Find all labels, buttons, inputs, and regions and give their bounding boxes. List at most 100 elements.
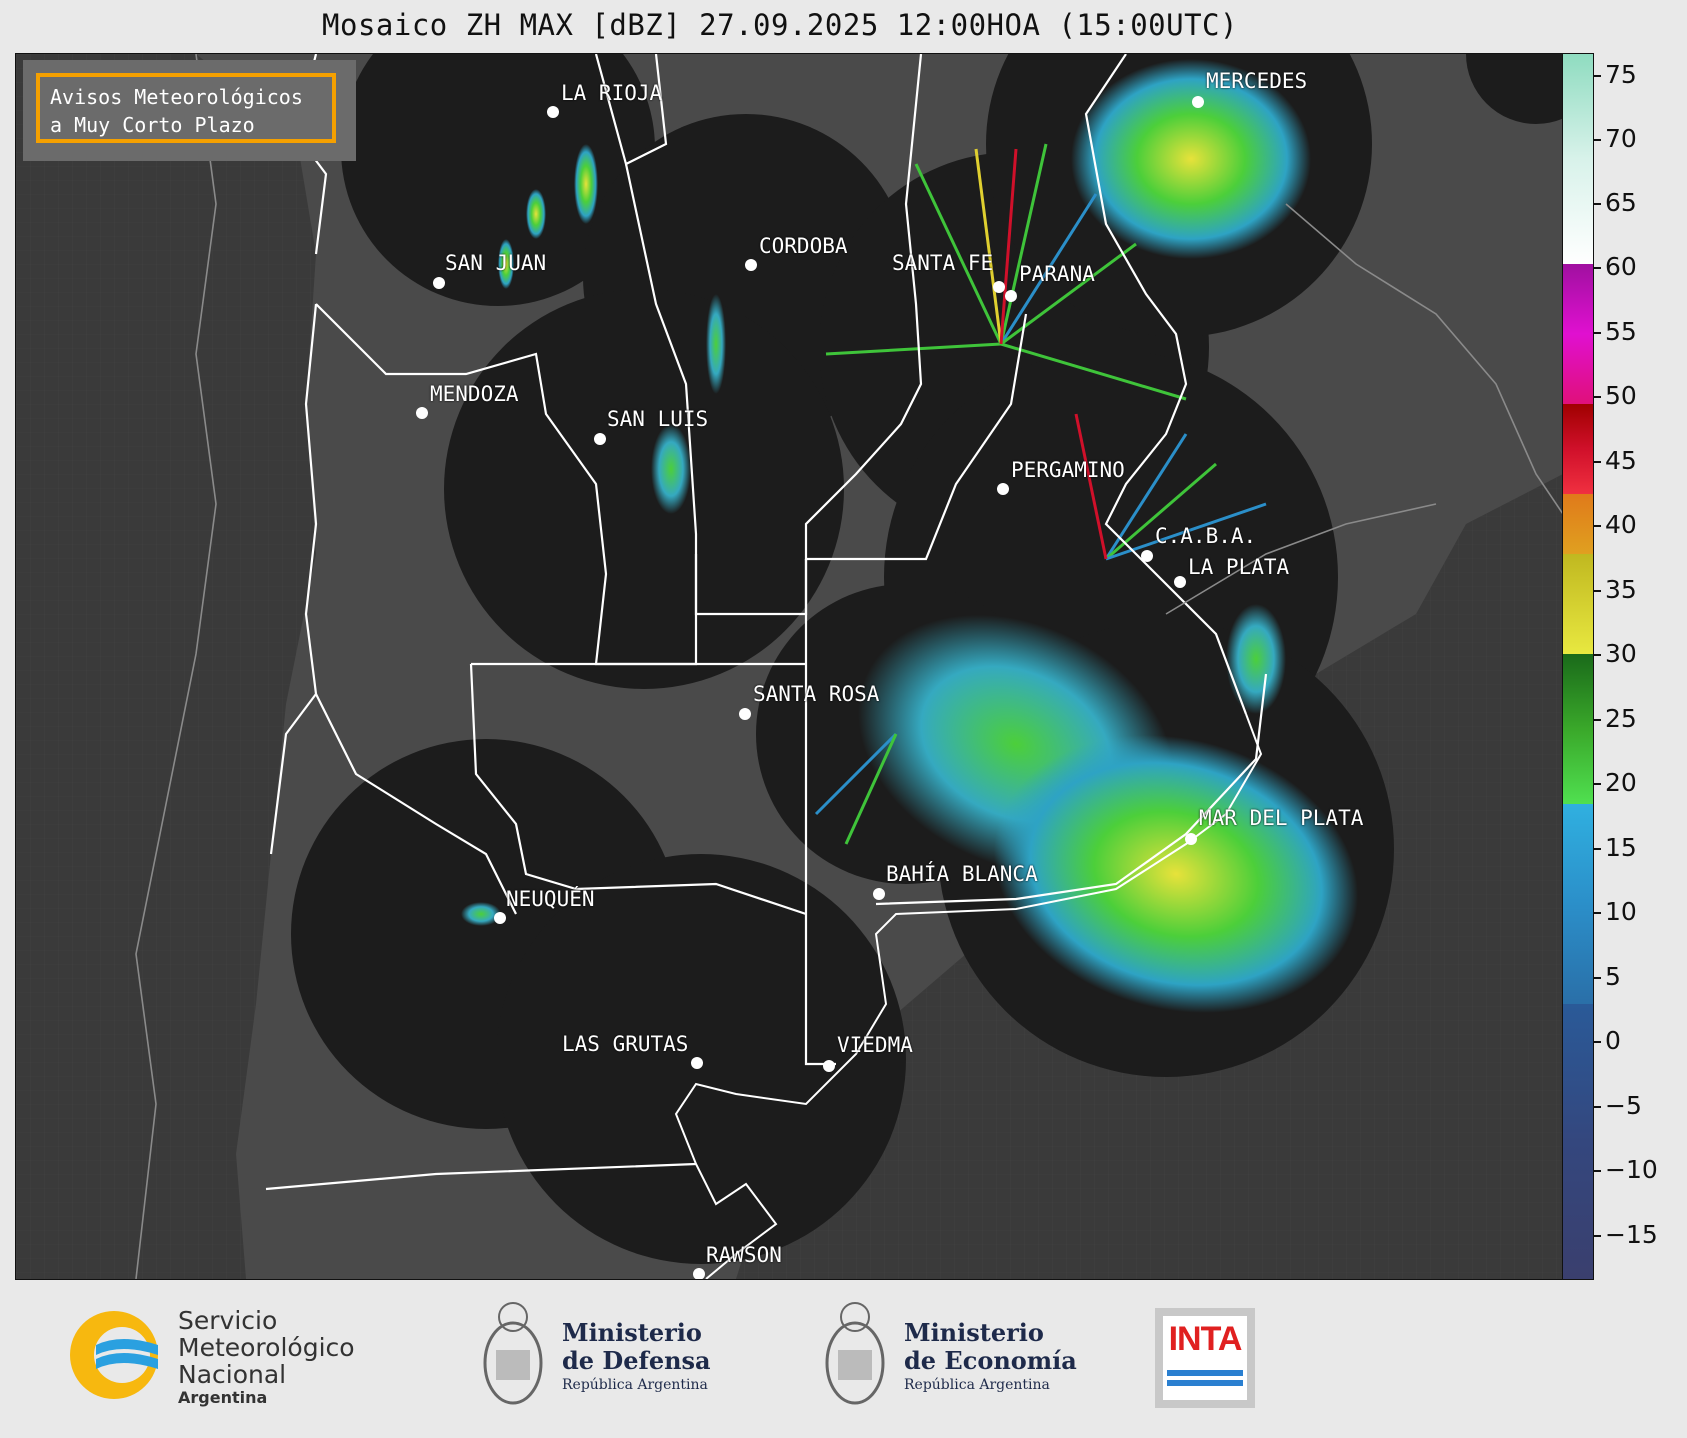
inta-logo[interactable]: INTA (1155, 1308, 1255, 1408)
city-dot-viedma (823, 1060, 835, 1072)
cb-yellow (1563, 554, 1593, 654)
notice-panel[interactable]: Avisos Meteorológicos a Muy Corto Plazo (23, 60, 356, 161)
cb-tick (1593, 1041, 1601, 1043)
city-label-las-grutas: LAS GRUTAS (562, 1032, 689, 1056)
color-scale-bar (1562, 53, 1594, 1280)
city-dot-santa-rosa (739, 708, 751, 720)
city-dot-bahia-blanca (873, 888, 885, 900)
city-dot-santa-fe (993, 281, 1005, 293)
defensa-logo-text: Ministerio de Defensa República Argentin… (562, 1319, 711, 1395)
cb-tick (1593, 783, 1601, 785)
cb-label: 40 (1605, 510, 1637, 539)
radar-map[interactable]: Avisos Meteorológicos a Muy Corto Plazo … (15, 53, 1564, 1280)
defensa-logo[interactable]: Ministerio de Defensa República Argentin… (478, 1295, 738, 1420)
city-label-pergamino: PERGAMINO (1011, 458, 1125, 482)
cb-tick (1593, 461, 1601, 463)
cb-label: 60 (1605, 252, 1637, 281)
city-label-rawson: RAWSON (706, 1243, 782, 1267)
cb-label: 35 (1605, 575, 1637, 604)
cb-red (1563, 404, 1593, 494)
city-dot-caba (1141, 550, 1153, 562)
notice-line-2: a Muy Corto Plazo (50, 113, 255, 137)
map-title: Mosaico ZH MAX [dBZ] 27.09.2025 12:00HOA… (322, 8, 1238, 42)
cb-label: 0 (1605, 1026, 1621, 1055)
city-dot-pergamino (997, 483, 1009, 495)
cb-blue (1563, 804, 1593, 1004)
city-dot-la-rioja (547, 106, 559, 118)
cb-orange (1563, 494, 1593, 554)
city-label-san-juan: SAN JUAN (445, 251, 547, 275)
city-dot-las-grutas (691, 1057, 703, 1069)
city-dot-mendoza (416, 407, 428, 419)
cb-label: −15 (1605, 1220, 1658, 1249)
smn-emblem-icon (70, 1311, 158, 1399)
city-label-bahia-blanca: BAHÍA BLANCA (886, 862, 1038, 886)
smn-logo[interactable]: Servicio Meteorológico Nacional Argentin… (66, 1305, 386, 1415)
city-label-san-luis: SAN LUIS (607, 407, 709, 431)
city-label-mar-del-plata: MAR DEL PLATA (1199, 806, 1364, 830)
cb-tick (1593, 139, 1601, 141)
cb-label: 50 (1605, 381, 1637, 410)
cb-tick (1593, 332, 1601, 334)
cb-label: 15 (1605, 833, 1637, 862)
cb-tick (1593, 848, 1601, 850)
city-label-santa-fe: SANTA FE (892, 251, 994, 275)
city-dot-mar-del-plata (1185, 833, 1197, 845)
cb-label: 70 (1605, 124, 1637, 153)
smn-line-4: Argentina (178, 1388, 268, 1407)
cb-label: −5 (1605, 1091, 1642, 1120)
city-dot-mercedes (1192, 96, 1204, 108)
city-dot-la-plata (1174, 576, 1186, 588)
notice-box[interactable]: Avisos Meteorológicos a Muy Corto Plazo (36, 73, 336, 143)
city-dot-cordoba (745, 259, 757, 271)
cb-magenta (1563, 264, 1593, 404)
cb-label: 55 (1605, 317, 1637, 346)
cb-teal (1563, 54, 1593, 264)
city-dot-parana (1005, 290, 1017, 302)
coat-of-arms-icon (483, 1302, 543, 1405)
smn-line-3: Nacional (178, 1360, 287, 1389)
economia-line-2: de Economía (904, 1346, 1077, 1375)
smn-line-2: Meteorológico (178, 1333, 355, 1362)
cb-green (1563, 654, 1593, 804)
city-label-mercedes: MERCEDES (1206, 69, 1308, 93)
smn-logo-text: Servicio Meteorológico Nacional Argentin… (178, 1307, 355, 1408)
city-dot-neuquen (494, 912, 506, 924)
cb-tick (1593, 396, 1601, 398)
cb-tick (1593, 654, 1601, 656)
city-label-viedma: VIEDMA (837, 1033, 913, 1057)
cb-label: 20 (1605, 768, 1637, 797)
city-dot-rawson (693, 1268, 705, 1279)
city-label-neuquen: NEUQUÉN (506, 887, 595, 911)
economia-line-3: República Argentina (904, 1377, 1050, 1393)
cb-label: 75 (1605, 60, 1637, 89)
city-label-santa-rosa: SANTA ROSA (753, 682, 880, 706)
footer-logos: Servicio Meteorológico Nacional Argentin… (0, 1280, 1687, 1438)
inta-logo-text: INTA (1168, 1320, 1243, 1358)
city-label-parana: PARANA (1019, 262, 1095, 286)
cb-tick (1593, 1170, 1601, 1172)
economia-line-1: Ministerio (904, 1318, 1044, 1347)
cb-label: 10 (1605, 897, 1637, 926)
cb-label: 30 (1605, 639, 1637, 668)
defensa-line-2: de Defensa (562, 1346, 711, 1375)
cb-tick (1593, 267, 1601, 269)
cb-label: 65 (1605, 188, 1637, 217)
cb-tick (1593, 1235, 1601, 1237)
cb-label: 25 (1605, 704, 1637, 733)
cb-tick (1593, 977, 1601, 979)
notice-line-1: Avisos Meteorológicos (50, 85, 303, 109)
city-label-mendoza: MENDOZA (430, 382, 519, 406)
city-dot-san-juan (433, 277, 445, 289)
cb-tick (1593, 525, 1601, 527)
coat-of-arms-icon (825, 1302, 885, 1405)
cb-label: 45 (1605, 446, 1637, 475)
cb-tick (1593, 203, 1601, 205)
cb-tick (1593, 719, 1601, 721)
cb-tick (1593, 912, 1601, 914)
city-dot-san-luis (594, 433, 606, 445)
cb-label: 5 (1605, 962, 1621, 991)
economia-logo[interactable]: Ministerio de Economía República Argenti… (820, 1295, 1090, 1420)
smn-line-1: Servicio (178, 1306, 278, 1335)
economia-logo-text: Ministerio de Economía República Argenti… (904, 1319, 1077, 1395)
